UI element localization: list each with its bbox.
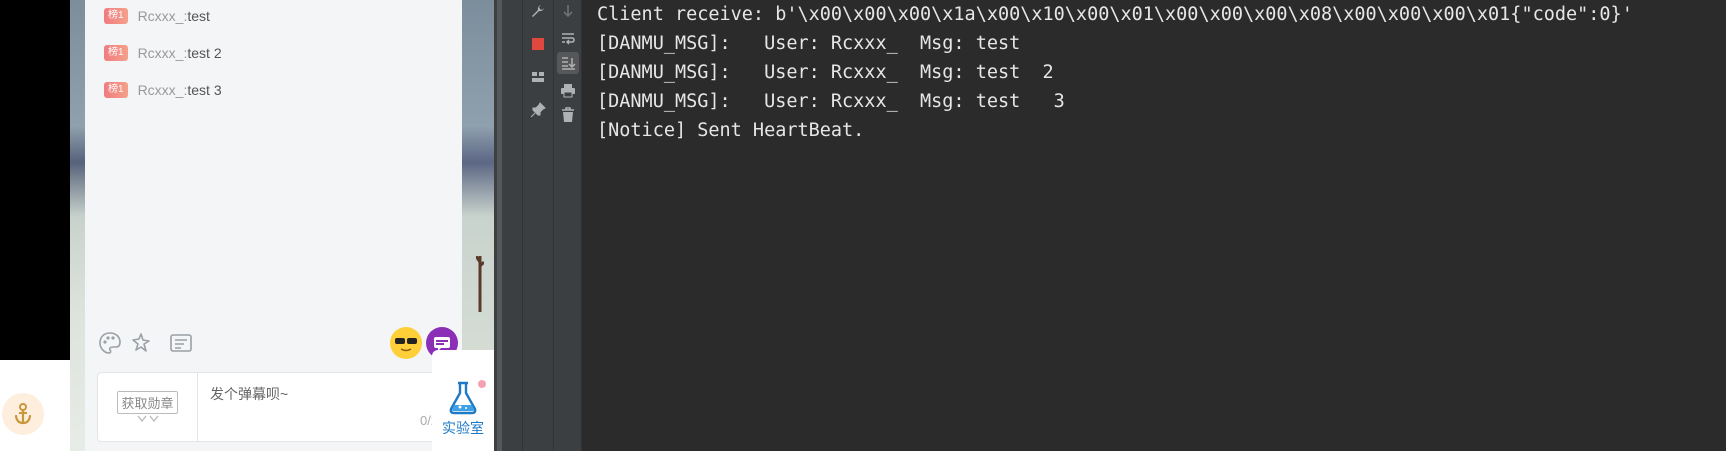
- print-icon[interactable]: [557, 79, 579, 101]
- danmu-item[interactable]: 榜1 Rcxxx_ : test 2: [104, 43, 222, 63]
- console-line: [DANMU_MSG]: User: Rcxxx_ Msg: test 2: [597, 62, 1054, 83]
- fan-medal[interactable]: 榜1: [104, 45, 128, 61]
- danmu-username[interactable]: Rcxxx_: [138, 8, 184, 24]
- anchor-badge[interactable]: [2, 393, 44, 435]
- danmu-username[interactable]: Rcxxx_: [138, 82, 184, 98]
- anchor-icon: [14, 403, 32, 425]
- notification-dot: [478, 380, 486, 388]
- fan-medal[interactable]: 榜1: [104, 8, 128, 24]
- console-line: [DANMU_MSG]: User: Rcxxx_ Msg: test 3: [597, 91, 1065, 112]
- danmu-text: test 3: [187, 82, 222, 98]
- pin-icon[interactable]: [527, 99, 549, 121]
- text-mode-icon[interactable]: [166, 328, 196, 358]
- run-toolbar-right: [553, 0, 581, 451]
- console-line: Client receive: b'\x00\x00\x00\x1a\x00\x…: [597, 4, 1633, 25]
- danmu-text: test 2: [187, 45, 222, 61]
- run-console[interactable]: Client receive: b'\x00\x00\x00\x1a\x00\x…: [581, 0, 1726, 451]
- live-room-region: 榜1 Rcxxx_ : test 榜1 Rcxxx_ : test 2 榜1 R…: [0, 0, 494, 451]
- down-arrow-icon[interactable]: [557, 0, 579, 22]
- tree-silhouette: [476, 256, 484, 312]
- lab-label: 实验室: [442, 420, 484, 436]
- sparkle-icon[interactable]: [128, 328, 158, 358]
- stop-icon[interactable]: [527, 33, 549, 55]
- lab-button[interactable]: 实验室: [432, 350, 494, 451]
- danmu-item[interactable]: 榜1 Rcxxx_ : test 3: [104, 80, 222, 100]
- flask-icon: [449, 381, 477, 415]
- run-toolbar-left: [522, 0, 553, 451]
- fan-medal[interactable]: 榜1: [104, 82, 128, 98]
- video-letterbox: [0, 0, 70, 360]
- soft-wrap-icon[interactable]: [557, 27, 579, 49]
- scroll-to-end-icon[interactable]: [557, 52, 579, 74]
- danmu-item[interactable]: 榜1 Rcxxx_ : test: [104, 6, 210, 26]
- console-line: [DANMU_MSG]: User: Rcxxx_ Msg: test: [597, 33, 1021, 54]
- window-splitter[interactable]: [494, 0, 502, 451]
- console-line: [Notice] Sent HeartBeat.: [597, 120, 865, 141]
- danmu-input[interactable]: [210, 383, 440, 405]
- trash-icon[interactable]: [557, 104, 579, 126]
- layout-icon[interactable]: [527, 66, 549, 88]
- get-medal-label: 获取勋章: [117, 391, 178, 414]
- chat-input-area: 获取勋章 0/2: [97, 372, 452, 442]
- wrench-icon[interactable]: [527, 0, 549, 22]
- sunglasses-emoji-icon[interactable]: [390, 327, 422, 359]
- chat-panel: 榜1 Rcxxx_ : test 榜1 Rcxxx_ : test 2 榜1 R…: [85, 0, 462, 451]
- ide-side-strip: [502, 0, 522, 451]
- danmu-username[interactable]: Rcxxx_: [138, 45, 184, 61]
- palette-icon[interactable]: [95, 328, 125, 358]
- danmu-text: test: [187, 8, 210, 24]
- chevron-down-icon: [136, 415, 159, 423]
- get-medal-button[interactable]: 获取勋章: [98, 373, 198, 441]
